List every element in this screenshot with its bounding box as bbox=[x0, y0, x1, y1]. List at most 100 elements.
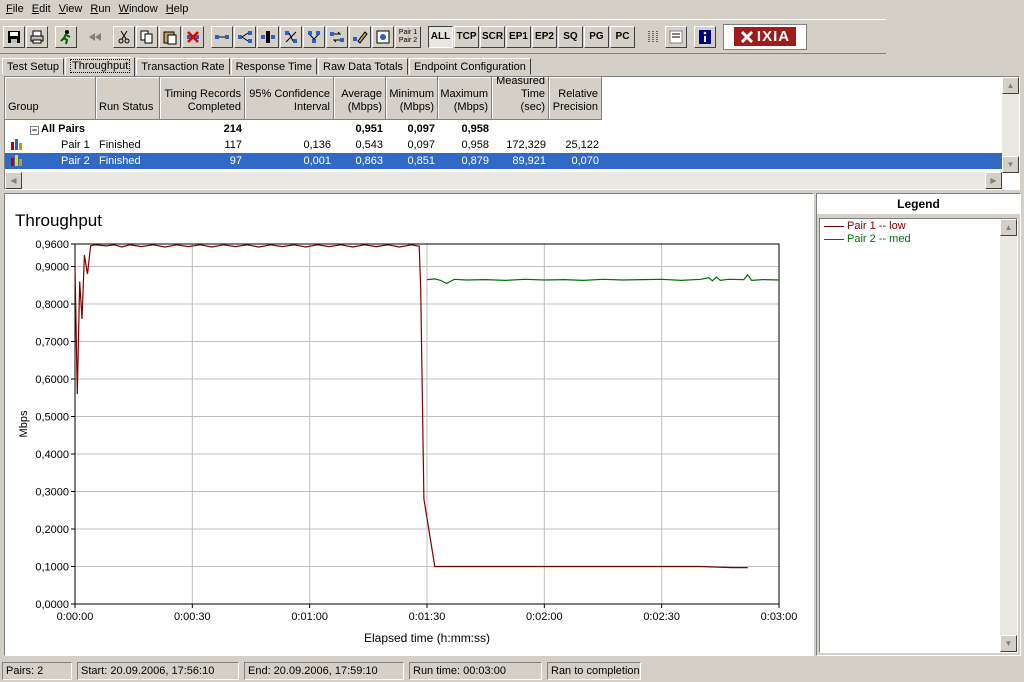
column-header-timing-records[interactable]: Timing Records Completed bbox=[160, 77, 245, 120]
copy-button[interactable] bbox=[136, 25, 158, 48]
ixia-logo: IXIA bbox=[723, 23, 807, 50]
table-row-pair-2[interactable]: Pair 2 Finished 97 0,001 0,863 0,851 0,8… bbox=[5, 153, 1002, 169]
edit-pair-button[interactable] bbox=[280, 25, 302, 48]
swap-icon bbox=[330, 31, 344, 42]
legend-scroll-down-arrow-icon[interactable]: ▼ bbox=[1000, 635, 1017, 652]
column-header-relative-precision[interactable]: Relative Precision bbox=[549, 77, 602, 120]
menu-view[interactable]: View bbox=[55, 0, 87, 18]
menu-edit[interactable]: Edit bbox=[28, 0, 55, 18]
menu-run-label: un bbox=[98, 3, 111, 15]
multicast-button[interactable] bbox=[234, 25, 256, 48]
menu-edit-mnemonic: E bbox=[31, 3, 40, 15]
column-header-measured-time[interactable]: Measured Time (sec) bbox=[492, 77, 549, 120]
column-header-confidence-interval[interactable]: 95% Confidence Interval bbox=[245, 77, 334, 120]
pair-1-time-cell: 172,329 bbox=[506, 139, 546, 151]
scroll-down-arrow-icon[interactable]: ▼ bbox=[1002, 156, 1019, 173]
table-vertical-scrollbar[interactable]: ▲ ▼ bbox=[1002, 77, 1019, 173]
filter-pg-button[interactable]: PG bbox=[584, 25, 609, 48]
delete-button[interactable] bbox=[182, 25, 204, 48]
chariot-console-window: File Edit View Run Window Help Pair 1 Pai… bbox=[0, 0, 1024, 682]
scroll-up-arrow-icon[interactable]: ▲ bbox=[1002, 77, 1019, 94]
filter-pc-button[interactable]: PC bbox=[610, 25, 635, 48]
print-button[interactable] bbox=[26, 25, 48, 48]
script-button[interactable] bbox=[372, 25, 394, 48]
grid-view-button[interactable] bbox=[642, 25, 664, 48]
column-header-maximum[interactable]: Maximum (Mbps) bbox=[438, 77, 492, 120]
filter-tcp-button[interactable]: TCP bbox=[454, 25, 479, 48]
legend-item-pair-1[interactable]: Pair 1 -- low bbox=[820, 220, 1017, 232]
info-button[interactable] bbox=[694, 25, 716, 48]
swap-endpoints-button[interactable] bbox=[326, 25, 348, 48]
filter-all-button[interactable]: ALL bbox=[428, 25, 453, 48]
legend-vertical-scrollbar[interactable]: ▲ ▼ bbox=[1000, 219, 1017, 652]
pair-1-pair-2-button[interactable]: Pair 1 Pair 2 bbox=[395, 25, 421, 48]
x-tick-label: 0:01:30 bbox=[409, 611, 446, 623]
tab-raw-data-totals[interactable]: Raw Data Totals bbox=[318, 58, 408, 75]
run-button[interactable] bbox=[55, 25, 77, 48]
replicate-pair-button[interactable] bbox=[303, 25, 325, 48]
filter-ep2-button[interactable]: EP2 bbox=[532, 25, 557, 48]
tab-endpoint-configuration[interactable]: Endpoint Configuration bbox=[408, 58, 531, 75]
series-line-pair-1 bbox=[74, 244, 748, 569]
x-tick-label: 0:03:00 bbox=[761, 611, 798, 623]
filter-sq-button[interactable]: SQ bbox=[558, 25, 583, 48]
tab-response-time[interactable]: Response Time bbox=[230, 58, 318, 75]
tab-raw-data-totals-label: Raw Data Totals bbox=[323, 61, 403, 73]
pair-link-icon bbox=[215, 34, 229, 39]
save-button[interactable] bbox=[3, 25, 25, 48]
pair-button[interactable] bbox=[211, 25, 233, 48]
status-start-time: Start: 20.09.2006, 17:56:10 bbox=[77, 661, 239, 680]
filter-scr-button[interactable]: SCR bbox=[480, 25, 505, 48]
tab-test-setup[interactable]: Test Setup bbox=[2, 58, 64, 75]
paste-button[interactable] bbox=[159, 25, 181, 48]
y-tick-label: 0,9000 bbox=[35, 262, 69, 274]
menu-file-label: ile bbox=[12, 3, 24, 15]
status-run-state: Ran to completion bbox=[547, 661, 641, 680]
all-pairs-minimum-cell: 0,097 bbox=[407, 123, 435, 135]
column-header-minimum[interactable]: Minimum (Mbps) bbox=[386, 77, 438, 120]
status-pairs: Pairs: 2 bbox=[2, 661, 72, 680]
printer-icon bbox=[30, 30, 44, 43]
cut-button[interactable] bbox=[113, 25, 135, 48]
all-pairs-average-cell: 0,951 bbox=[355, 123, 383, 135]
collapse-icon[interactable]: − bbox=[30, 126, 39, 135]
rewind-icon bbox=[89, 32, 101, 41]
scroll-left-arrow-icon[interactable]: ◀ bbox=[5, 172, 22, 189]
hop-pair-button[interactable] bbox=[257, 25, 279, 48]
menu-help[interactable]: Help bbox=[162, 0, 193, 18]
pair-chart-icon bbox=[11, 139, 22, 150]
legend-swatch-pair-2 bbox=[824, 238, 844, 240]
rename-button[interactable] bbox=[349, 25, 371, 48]
table-horizontal-scrollbar[interactable]: ◀ ▶ bbox=[5, 172, 1002, 189]
filter-ep1-button[interactable]: EP1 bbox=[506, 25, 531, 48]
status-bar: Pairs: 2 Start: 20.09.2006, 17:56:10 End… bbox=[0, 659, 1024, 682]
column-header-average[interactable]: Average (Mbps) bbox=[334, 77, 386, 120]
script-icon bbox=[376, 30, 390, 43]
x-axis-label: Elapsed time (h:mm:ss) bbox=[364, 631, 490, 645]
column-header-run-status[interactable]: Run Status bbox=[96, 77, 160, 120]
multicast-icon bbox=[238, 30, 252, 43]
tab-response-time-label: Response Time bbox=[235, 61, 313, 73]
tab-transaction-rate[interactable]: Transaction Rate bbox=[136, 58, 230, 75]
tab-throughput[interactable]: Throughput bbox=[64, 57, 136, 76]
running-man-icon bbox=[60, 29, 71, 44]
x-tick-label: 0:02:30 bbox=[643, 611, 680, 623]
rewind-button[interactable] bbox=[84, 25, 106, 48]
scroll-right-arrow-icon[interactable]: ▶ bbox=[985, 172, 1002, 189]
menu-file[interactable]: File bbox=[2, 0, 28, 18]
list-view-button[interactable] bbox=[665, 25, 687, 48]
menu-run[interactable]: Run bbox=[86, 0, 114, 18]
pair-2-group-cell: Pair 2 bbox=[5, 153, 96, 169]
menu-window[interactable]: Window bbox=[115, 0, 162, 18]
legend-item-pair-2[interactable]: Pair 2 -- med bbox=[820, 233, 1017, 245]
pair-1-status-cell: Finished bbox=[99, 139, 141, 151]
menu-window-mnemonic: W bbox=[118, 3, 129, 15]
legend-label-pair-1: Pair 1 -- low bbox=[847, 220, 906, 232]
menu-help-label: elp bbox=[173, 3, 189, 15]
legend-list: Pair 1 -- low Pair 2 -- med ▲ ▼ bbox=[819, 218, 1018, 653]
chart-title: Throughput bbox=[15, 211, 102, 230]
legend-scroll-up-arrow-icon[interactable]: ▲ bbox=[1000, 219, 1017, 236]
table-row-pair-1[interactable]: Pair 1 Finished 117 0,136 0,543 0,097 0,… bbox=[5, 137, 602, 153]
table-row-all-pairs[interactable]: − All Pairs 214 0,951 0,097 0,958 bbox=[5, 121, 492, 137]
column-header-group[interactable]: Group bbox=[5, 77, 96, 120]
